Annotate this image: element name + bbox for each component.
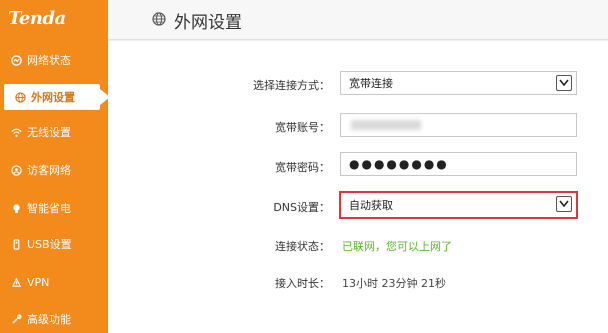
connection-type-label: 选择连接方式： bbox=[253, 79, 330, 92]
connection-status-value: 已联网，您可以上网了 bbox=[342, 240, 452, 253]
uptime-label: 接入时长： bbox=[275, 277, 330, 290]
password-input[interactable]: ●●●●●●●● bbox=[340, 152, 577, 176]
sidebar-item-label: 高级功能 bbox=[27, 313, 71, 326]
network-status-icon bbox=[5, 54, 27, 66]
uptime-value: 13小时 23分钟 21秒 bbox=[342, 277, 446, 290]
connection-type-value: 宽带连接 bbox=[349, 77, 393, 90]
lightbulb-icon bbox=[5, 203, 27, 214]
wifi-icon bbox=[5, 127, 27, 138]
sidebar-item-label: 访客网络 bbox=[27, 164, 71, 177]
globe-icon bbox=[152, 12, 166, 26]
sidebar-item-label: 智能省电 bbox=[27, 202, 71, 215]
sidebar-item-advanced[interactable]: 高级功能 bbox=[0, 306, 108, 332]
sidebar-item-vpn[interactable]: VPN bbox=[0, 269, 108, 295]
connection-type-select[interactable]: 宽带连接 bbox=[340, 71, 577, 95]
sidebar-item-label: 外网设置 bbox=[31, 91, 75, 104]
wan-settings-form: 选择连接方式： 宽带连接 宽带账号： 宽带密码： ●●●●●●●● DNS设置：… bbox=[108, 41, 608, 333]
account-label: 宽带账号： bbox=[275, 121, 330, 134]
vpn-icon bbox=[5, 277, 27, 288]
guest-network-icon bbox=[5, 164, 27, 176]
sidebar-item-network-status[interactable]: 网络状态 bbox=[0, 47, 108, 73]
sidebar-item-label: USB设置 bbox=[27, 238, 72, 251]
status-label: 连接状态： bbox=[275, 240, 330, 253]
account-value-redacted bbox=[351, 120, 421, 130]
sidebar: Tenda 网络状态 外网设置 无线设置 访客网络 智能省电 USB设置 VPN… bbox=[0, 0, 110, 333]
sidebar-item-power-saving[interactable]: 智能省电 bbox=[0, 195, 108, 221]
sidebar-item-label: 无线设置 bbox=[27, 126, 71, 139]
globe-icon bbox=[9, 91, 31, 103]
sidebar-item-guest-network[interactable]: 访客网络 bbox=[0, 157, 108, 183]
account-input[interactable] bbox=[340, 113, 577, 137]
password-label: 宽带密码： bbox=[275, 161, 330, 174]
sidebar-item-label: VPN bbox=[27, 275, 50, 289]
page-header: 外网设置 bbox=[108, 0, 608, 40]
usb-icon bbox=[5, 238, 27, 250]
dns-select[interactable]: 自动获取 bbox=[339, 191, 578, 219]
sidebar-item-usb[interactable]: USB设置 bbox=[0, 231, 108, 257]
sidebar-item-label: 网络状态 bbox=[27, 54, 71, 67]
page-title: 外网设置 bbox=[174, 13, 242, 33]
chevron-down-icon[interactable] bbox=[556, 196, 572, 212]
sidebar-item-wireless[interactable]: 无线设置 bbox=[0, 119, 108, 145]
dns-label: DNS设置： bbox=[273, 201, 330, 214]
chevron-down-icon[interactable] bbox=[556, 75, 572, 91]
sidebar-item-wan-settings[interactable]: 外网设置 bbox=[4, 84, 110, 110]
dns-value: 自动获取 bbox=[349, 199, 393, 212]
tenda-logo: Tenda bbox=[8, 8, 66, 29]
advanced-icon bbox=[5, 313, 27, 325]
password-value: ●●●●●●●● bbox=[349, 157, 449, 171]
